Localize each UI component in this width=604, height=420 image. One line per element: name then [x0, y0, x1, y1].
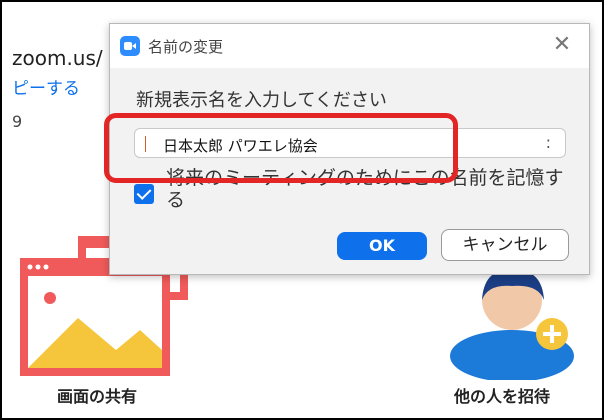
- close-icon[interactable]: ✕: [549, 32, 575, 58]
- annotation-highlight-box: [104, 113, 458, 183]
- background-misc-text: 9: [12, 112, 23, 131]
- zoom-app-icon: [120, 36, 140, 56]
- screenshot-frame: zoom.us/ ピーする 9 画面の共有 他の人を招待 名前の変更 ✕ 新規表…: [0, 0, 604, 420]
- ok-button[interactable]: OK: [337, 232, 427, 260]
- cancel-button[interactable]: キャンセル: [441, 229, 569, 261]
- background-url-text: zoom.us/: [12, 46, 103, 70]
- background-copy-link[interactable]: ピーする: [12, 74, 80, 99]
- dialog-titlebar: 名前の変更 ✕: [110, 24, 589, 68]
- remember-name-checkbox[interactable]: [134, 184, 154, 204]
- share-screen-label[interactable]: 画面の共有: [57, 383, 137, 407]
- invite-label[interactable]: 他の人を招待: [454, 383, 550, 407]
- dialog-title: 名前の変更: [148, 38, 224, 56]
- invite-person-icon[interactable]: [442, 264, 582, 380]
- rename-prompt: 新規表示名を入力してください: [136, 90, 387, 111]
- input-trailing-mark: :: [545, 133, 551, 152]
